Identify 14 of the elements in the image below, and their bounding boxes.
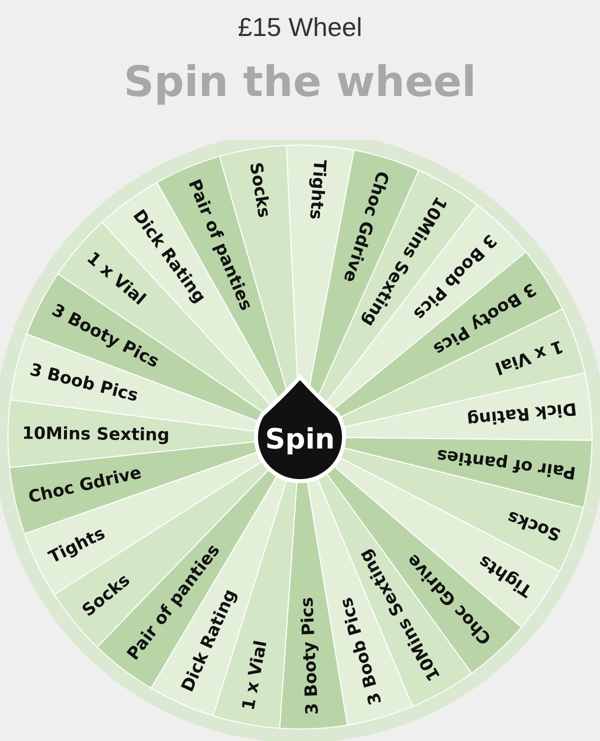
- page-title: £15 Wheel: [238, 12, 362, 43]
- segment-label: Tights: [305, 158, 330, 220]
- segment-label: Choc Gdrive: [26, 462, 144, 508]
- segment-label: 10Mins Sexting: [22, 424, 170, 446]
- segment-label: Dick Rating: [466, 398, 578, 430]
- segment-label: 3 Boob Pics: [28, 360, 140, 406]
- segment-label: 1 x Vial: [492, 336, 566, 378]
- heading: Spin the wheel: [124, 57, 476, 106]
- segment-label: 3 Boob Pics: [336, 595, 386, 707]
- segment-label: Socks: [245, 161, 274, 219]
- segment-label: Pair of panties: [436, 444, 577, 482]
- spin-button[interactable]: Spin: [254, 375, 346, 484]
- segment-label: 1 x Vial: [238, 638, 272, 712]
- segment-label: 3 Booty Pics: [297, 596, 323, 716]
